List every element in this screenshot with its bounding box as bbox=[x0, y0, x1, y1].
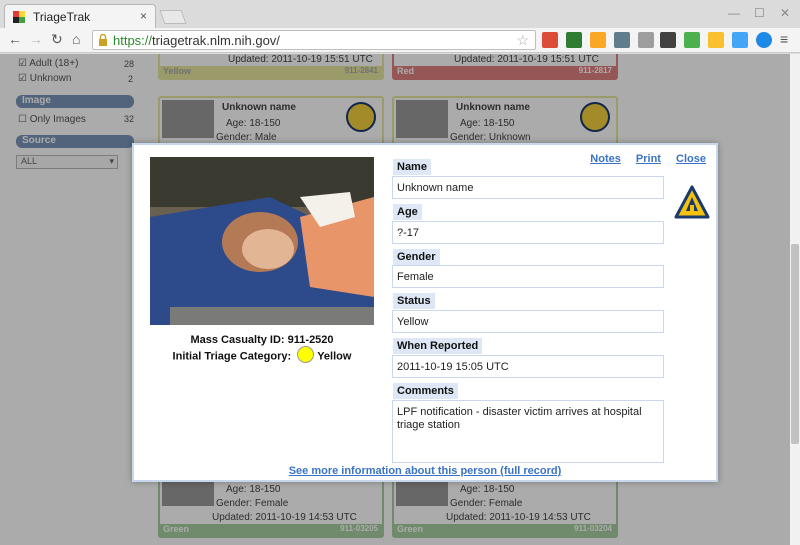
new-tab-button[interactable] bbox=[159, 10, 187, 24]
home-icon[interactable]: ⌂ bbox=[72, 31, 80, 47]
hospital-shield-logo-icon bbox=[674, 185, 710, 219]
when-reported-field: 2011-10-19 15:05 UTC bbox=[392, 355, 664, 378]
triagetrak-favicon-icon bbox=[13, 11, 25, 23]
maximize-icon[interactable]: ☐ bbox=[754, 6, 765, 20]
browser-tabstrip: TriageTrak × — ☐ ✕ bbox=[0, 0, 800, 28]
address-bar[interactable]: https://triagetrak.nlm.nih.gov/ ☆ bbox=[92, 30, 536, 50]
minimize-icon[interactable]: — bbox=[728, 6, 740, 20]
cast-extension-icon[interactable] bbox=[638, 32, 654, 48]
patient-photo bbox=[150, 157, 374, 325]
tab-close-icon[interactable]: × bbox=[140, 9, 147, 23]
dialog-actions: Notes Print Close bbox=[578, 153, 706, 165]
drive-extension-icon[interactable] bbox=[684, 32, 700, 48]
url-host: triagetrak.nlm.nih.gov/ bbox=[152, 33, 280, 48]
shield-extension-icon[interactable] bbox=[614, 32, 630, 48]
forward-icon[interactable]: → bbox=[29, 31, 43, 47]
browser-tab[interactable]: TriageTrak × bbox=[4, 4, 156, 28]
page-scrollbar[interactable] bbox=[790, 54, 800, 545]
gender-field: Female bbox=[392, 265, 664, 288]
tab-title: TriageTrak bbox=[33, 10, 91, 24]
full-record-link[interactable]: See more information about this person (… bbox=[134, 465, 716, 477]
comments-label: Comments bbox=[393, 383, 458, 399]
lock-icon bbox=[99, 34, 107, 46]
status-field: Yellow bbox=[392, 310, 664, 333]
triage-value: Yellow bbox=[317, 350, 352, 363]
notes-link[interactable]: Notes bbox=[590, 153, 621, 165]
window-close-icon[interactable]: ✕ bbox=[780, 6, 790, 20]
name-field: Unknown name bbox=[392, 176, 664, 199]
age-field: ?-17 bbox=[392, 221, 664, 244]
triage-label: Initial Triage Category: bbox=[172, 350, 292, 363]
triage-color-dot bbox=[297, 346, 315, 363]
film-extension-icon[interactable] bbox=[660, 32, 676, 48]
comments-field: LPF notification - disaster victim arriv… bbox=[392, 400, 664, 463]
person-detail-dialog: Mass Casualty ID: 911-2520 Initial Triag… bbox=[132, 143, 718, 482]
close-link[interactable]: Close bbox=[676, 153, 706, 165]
reload-icon[interactable]: ↻ bbox=[51, 31, 63, 48]
browser-toolbar: ← → ↻ ⌂ https://triagetrak.nlm.nih.gov/ … bbox=[0, 28, 800, 53]
weather-extension-icon[interactable] bbox=[590, 32, 606, 48]
gender-label: Gender bbox=[393, 249, 440, 265]
image-extension-icon[interactable] bbox=[708, 32, 724, 48]
print-link[interactable]: Print bbox=[636, 153, 661, 165]
bird-extension-icon[interactable] bbox=[732, 32, 748, 48]
age-label: Age bbox=[393, 204, 422, 220]
sync-extension-icon[interactable] bbox=[756, 32, 772, 48]
back-icon[interactable]: ← bbox=[8, 31, 22, 47]
initial-triage-category: Initial Triage Category: Yellow bbox=[150, 346, 374, 363]
scrollbar-thumb[interactable] bbox=[791, 244, 799, 444]
google-plus-extension-icon[interactable] bbox=[542, 32, 558, 48]
url-scheme: https:// bbox=[113, 33, 153, 48]
url-text: https://triagetrak.nlm.nih.gov/ bbox=[113, 33, 280, 48]
mass-casualty-id: Mass Casualty ID: 911-2520 bbox=[190, 334, 334, 346]
name-label: Name bbox=[393, 159, 431, 175]
menu-icon[interactable]: ≡ bbox=[780, 31, 788, 47]
status-label: Status bbox=[393, 293, 435, 309]
bookmark-star-icon[interactable]: ☆ bbox=[516, 32, 529, 49]
evernote-extension-icon[interactable] bbox=[566, 32, 582, 48]
when-reported-label: When Reported bbox=[393, 338, 483, 354]
